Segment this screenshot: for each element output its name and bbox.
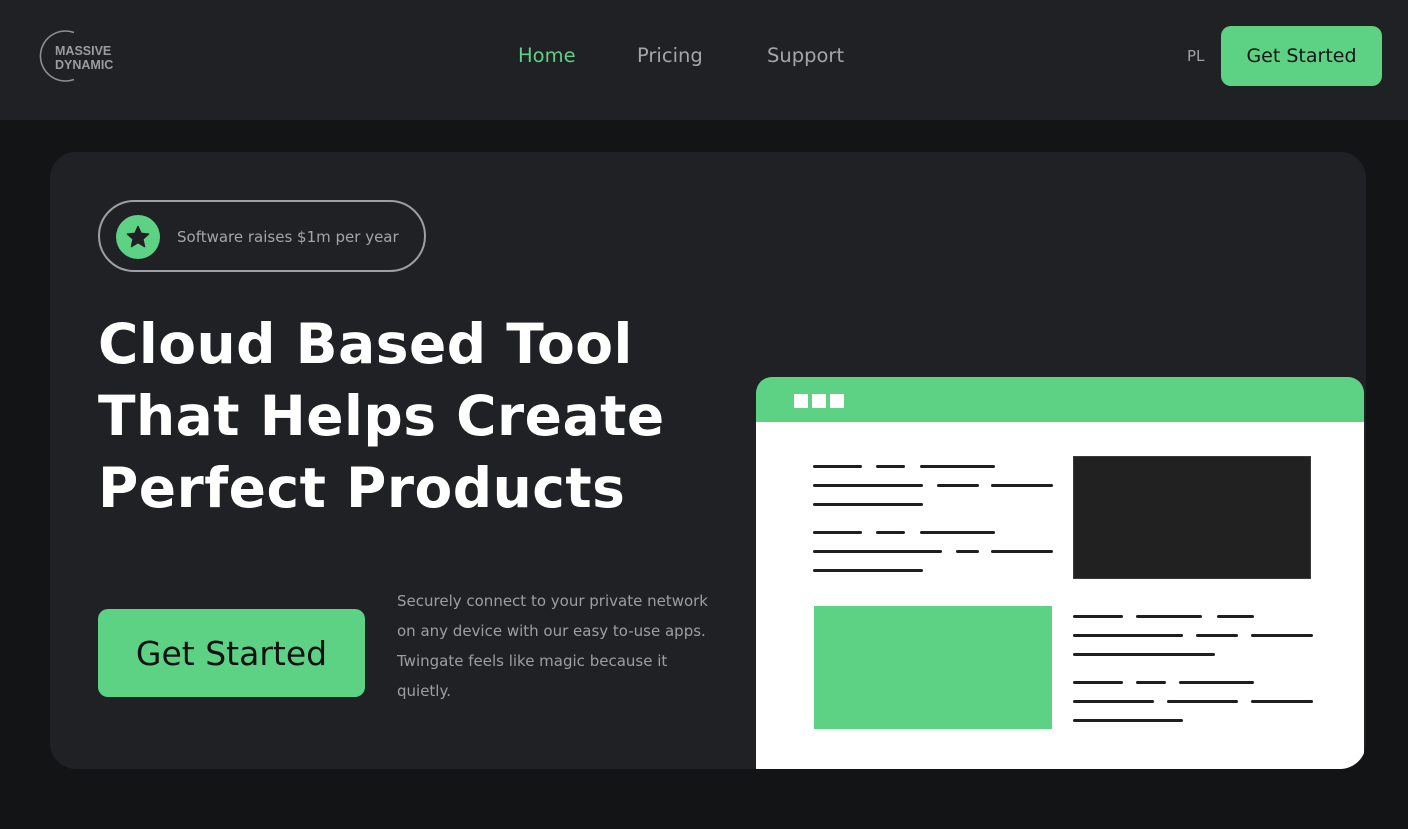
placeholder-line [1167, 700, 1238, 703]
placeholder-line [813, 465, 862, 468]
placeholder-line [1217, 615, 1254, 618]
site-header: MASSIVE DYNAMIC Home Pricing Support PL … [0, 0, 1408, 120]
placeholder-line [876, 531, 905, 534]
placeholder-line [991, 550, 1053, 553]
placeholder-line [1073, 653, 1215, 656]
placeholder-line [991, 484, 1053, 487]
placeholder-line [813, 484, 923, 487]
announcement-badge[interactable]: Software raises $1m per year [98, 200, 426, 272]
placeholder-line [1136, 681, 1166, 684]
placeholder-image-dark [1073, 456, 1311, 579]
nav-item-support[interactable]: Support [767, 44, 844, 67]
placeholder-line [1073, 719, 1183, 722]
header-get-started-button[interactable]: Get Started [1221, 26, 1382, 86]
nav-item-home[interactable]: Home [518, 44, 576, 67]
window-dot-icon [812, 394, 826, 408]
placeholder-line [1073, 700, 1154, 703]
placeholder-line [1073, 681, 1123, 684]
app-illustration [756, 377, 1364, 769]
placeholder-line [920, 465, 995, 468]
placeholder-line [1251, 634, 1313, 637]
nav-item-pricing[interactable]: Pricing [637, 44, 703, 67]
placeholder-line [920, 531, 995, 534]
placeholder-line [876, 465, 905, 468]
badge-text: Software raises $1m per year [177, 228, 399, 246]
hero-card: Software raises $1m per year Cloud Based… [50, 152, 1366, 769]
hero-title-line: That Helps Create [98, 384, 665, 448]
language-switch[interactable]: PL [1187, 47, 1204, 65]
placeholder-line [1196, 634, 1238, 637]
window-dot-icon [794, 394, 808, 408]
placeholder-line [1073, 634, 1183, 637]
placeholder-line [1136, 615, 1202, 618]
hero-title-line: Perfect Products [98, 456, 626, 520]
placeholder-line [1179, 681, 1254, 684]
illustration-window-body [756, 422, 1364, 769]
hero-get-started-button[interactable]: Get Started [98, 609, 365, 697]
placeholder-line [937, 484, 979, 487]
placeholder-line [956, 550, 979, 553]
placeholder-line [813, 503, 923, 506]
placeholder-line [1251, 700, 1313, 703]
placeholder-image-green [814, 606, 1052, 729]
illustration-window-bar [756, 377, 1364, 423]
star-icon [116, 215, 160, 259]
placeholder-line [813, 550, 942, 553]
placeholder-line [813, 569, 923, 572]
hero-title: Cloud Based Tool That Helps Create Perfe… [98, 308, 718, 524]
hero-description: Securely connect to your private network… [397, 592, 708, 700]
window-dot-icon [830, 394, 844, 408]
hero-title-line: Cloud Based Tool [98, 312, 633, 376]
placeholder-line [813, 531, 862, 534]
placeholder-line [1073, 615, 1123, 618]
